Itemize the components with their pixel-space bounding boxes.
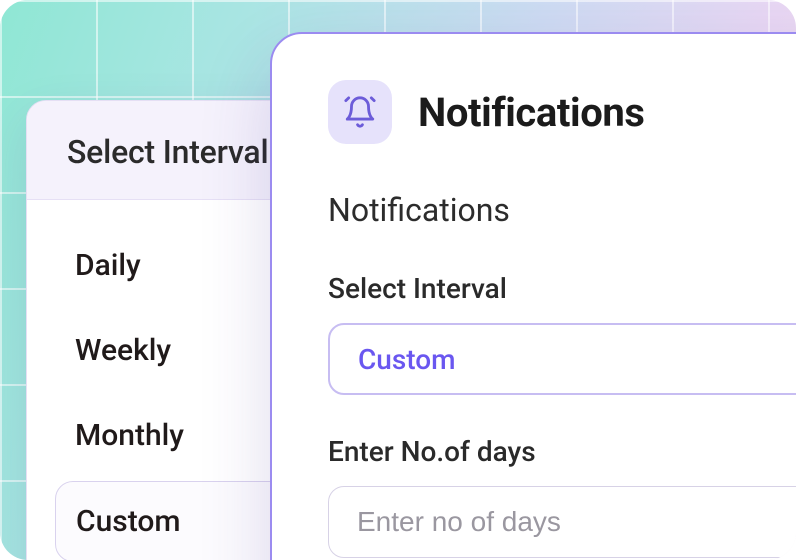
notifications-toggle-label: Notifications: [328, 191, 510, 229]
days-field-label: Enter No.of days: [328, 435, 796, 468]
card-header: Notifications: [328, 80, 796, 144]
days-input[interactable]: [357, 506, 796, 538]
notifications-toggle-row: Notifications: [328, 188, 796, 232]
interval-select-value: Custom: [358, 343, 456, 376]
interval-field-label: Select Interval: [328, 272, 796, 305]
days-input-wrapper: [328, 486, 796, 558]
bell-icon-tile: [328, 80, 392, 144]
card-title: Notifications: [418, 89, 645, 136]
interval-select[interactable]: Custom: [328, 323, 796, 395]
notifications-card: Notifications Notifications Select Inter…: [270, 32, 796, 560]
bell-icon: [343, 95, 377, 129]
